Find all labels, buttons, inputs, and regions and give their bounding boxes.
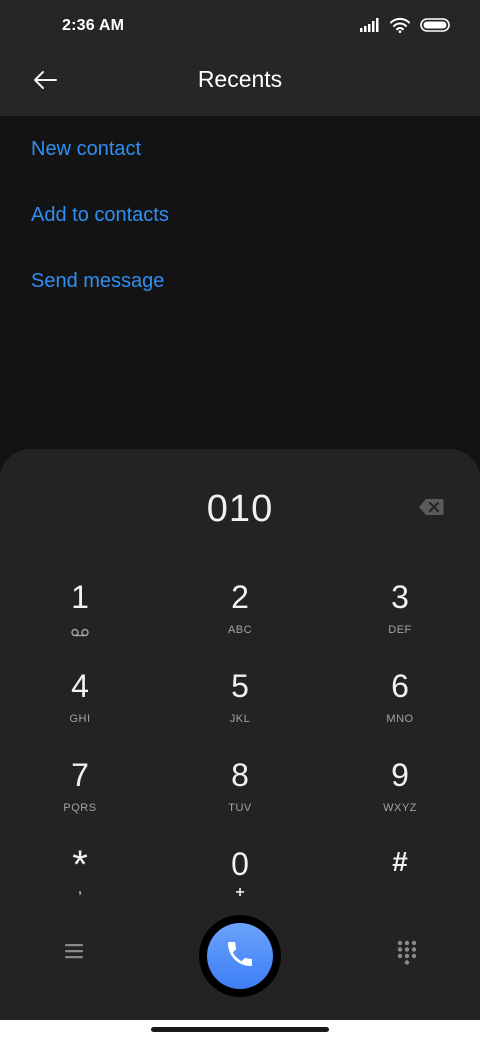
battery-icon	[420, 18, 450, 37]
backspace-button[interactable]	[416, 498, 446, 520]
key-letters: ,	[77, 880, 83, 897]
key-5[interactable]: 5 JKL	[185, 669, 295, 739]
key-digit: 9	[391, 757, 409, 793]
key-digit: *	[72, 843, 88, 887]
key-0[interactable]: 0 +	[185, 847, 295, 917]
status-time: 2:36 AM	[62, 17, 125, 34]
key-letters: ABC	[227, 624, 253, 636]
key-digit: 1	[71, 579, 89, 615]
key-9[interactable]: 9 WXYZ	[345, 758, 455, 828]
voicemail-icon	[71, 624, 89, 642]
key-digit: 2	[231, 579, 249, 615]
key-digit: 3	[391, 579, 409, 615]
dialer-screen: 2:36 AM Recents New contact Add to conta…	[0, 0, 480, 1040]
add-to-contacts-action[interactable]: Add to contacts	[31, 204, 169, 227]
dialpad-icon	[397, 940, 417, 971]
key-3[interactable]: 3 DEF	[345, 580, 455, 650]
key-letters: JKL	[229, 713, 251, 725]
home-indicator[interactable]	[151, 1027, 329, 1032]
new-contact-action[interactable]: New contact	[31, 138, 141, 161]
key-digit: 5	[231, 668, 249, 704]
wifi-icon	[390, 17, 410, 38]
key-star[interactable]: * ,	[25, 843, 135, 917]
signal-icon	[360, 18, 380, 37]
app-header: 2:36 AM Recents	[0, 0, 480, 116]
key-2[interactable]: 2 ABC	[185, 580, 295, 650]
key-7[interactable]: 7 PQRS	[25, 758, 135, 828]
menu-icon	[63, 942, 85, 965]
key-6[interactable]: 6 MNO	[345, 669, 455, 739]
navigation-bar	[0, 1020, 480, 1040]
key-8[interactable]: 8 TUV	[185, 758, 295, 828]
key-digit: 7	[71, 757, 89, 793]
backspace-icon	[418, 498, 444, 521]
key-letters: WXYZ	[383, 802, 417, 814]
key-4[interactable]: 4 GHI	[25, 669, 135, 739]
key-letters: MNO	[386, 713, 414, 725]
menu-button[interactable]	[60, 941, 88, 965]
dialpad-toggle-button[interactable]	[394, 940, 420, 970]
page-title: Recents	[197, 66, 283, 92]
key-digit: 0	[231, 846, 249, 882]
key-letters: GHI	[69, 713, 91, 725]
key-letters: TUV	[228, 802, 252, 814]
dialed-number: 010	[206, 488, 274, 530]
key-1[interactable]: 1	[25, 580, 135, 650]
phone-icon	[224, 938, 256, 975]
key-letters: DEF	[388, 624, 412, 636]
key-hash[interactable]: #	[345, 847, 455, 917]
key-letters: PQRS	[63, 802, 97, 814]
key-digit: 4	[71, 668, 89, 704]
key-digit: 6	[391, 668, 409, 704]
call-button[interactable]	[207, 923, 273, 989]
key-digit: 8	[231, 757, 249, 793]
key-digit: #	[392, 846, 408, 877]
key-letters: +	[235, 884, 245, 901]
send-message-action[interactable]: Send message	[31, 270, 164, 293]
status-icons	[360, 17, 450, 38]
